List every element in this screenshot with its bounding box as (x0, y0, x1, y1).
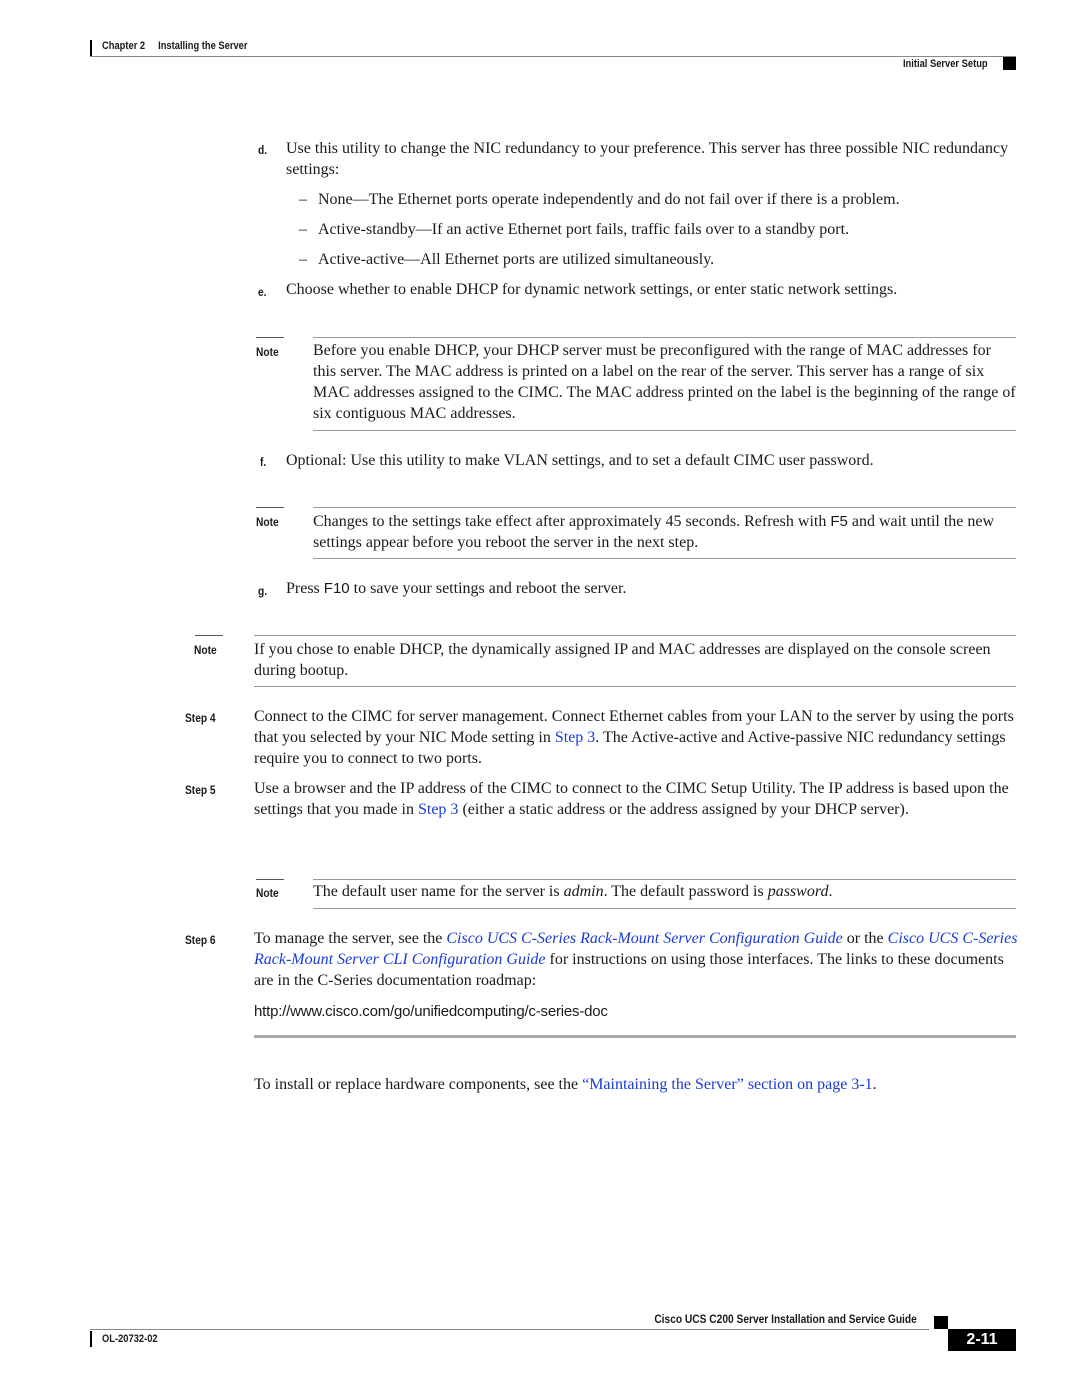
note-label: Note (256, 515, 279, 529)
substep-g-post: to save your settings and reboot the ser… (349, 580, 627, 597)
dash-icon: – (299, 191, 307, 208)
step-6-text: To manage the server, see the Cisco UCS … (254, 928, 1018, 991)
substep-d-text: Use this utility to change the NIC redun… (286, 140, 1009, 178)
note-label: Note (256, 886, 279, 900)
step-6-label: Step 6 (185, 933, 216, 947)
dash-icon: – (299, 251, 307, 268)
substep-e-label: e. (258, 285, 267, 299)
documentation-roadmap-url[interactable]: http://www.cisco.com/go/unifiedcomputing… (254, 1001, 1018, 1022)
step-5-label: Step 5 (185, 783, 216, 797)
header-square-marker (1003, 57, 1016, 70)
dash-icon: – (299, 221, 307, 238)
note-dhcp-display: If you chose to enable DHCP, the dynamic… (254, 641, 991, 679)
note-rule-top (313, 879, 1016, 880)
note-settings-delay: Changes to the settings take effect afte… (313, 511, 1018, 553)
note-label: Note (256, 345, 279, 359)
closing-post: . (872, 1076, 877, 1093)
footer-rule (90, 1329, 929, 1330)
guide-title: Cisco UCS C200 Server Installation and S… (654, 1312, 917, 1326)
section-header: Initial Server Setup (903, 58, 988, 70)
page-number: 2-11 (948, 1329, 1016, 1351)
procedure-end-rule (254, 1035, 1016, 1038)
note-rule-top (313, 507, 1016, 508)
step-5-text: Use a browser and the IP address of the … (254, 778, 1018, 820)
note-rule-bottom (254, 686, 1016, 687)
closing-text: To install or replace hardware component… (254, 1074, 1018, 1095)
footer-bar (90, 1331, 92, 1347)
substep-f-text: Optional: Use this utility to make VLAN … (286, 452, 874, 469)
note-dhcp-preconfig: Before you enable DHCP, your DHCP server… (313, 342, 1016, 422)
note-rule-top (313, 337, 1016, 338)
note-text: . (828, 883, 833, 900)
substep-g-pre: Press (286, 580, 324, 597)
header-bar (90, 40, 92, 56)
header-rule (90, 56, 1016, 57)
note-rule-short (256, 507, 284, 508)
chapter-number: Chapter 2 (102, 40, 146, 52)
substep-g-text: Press F10 to save your settings and rebo… (286, 578, 1018, 599)
footer-square-marker (934, 1316, 948, 1329)
closing-pre: To install or replace hardware component… (254, 1076, 583, 1093)
note-default-credentials: The default user name for the server is … (313, 881, 1018, 902)
key-f10: F10 (323, 580, 350, 597)
substep-g-label: g. (258, 584, 268, 598)
note-rule-short (195, 635, 223, 636)
note-rule-short (256, 337, 284, 338)
step-4-text: Connect to the CIMC for server managemen… (254, 706, 1018, 769)
step-3-link[interactable]: Step 3 (418, 801, 458, 818)
chapter-title: Installing the Server (158, 40, 248, 52)
note-rule-bottom (313, 908, 1016, 909)
note-text: The default user name for the server is (313, 883, 564, 900)
note-rule-short (256, 879, 284, 880)
step-6-pre: To manage the server, see the (254, 930, 447, 947)
step-4-label: Step 4 (185, 711, 216, 725)
document-id: OL-20732-02 (102, 1333, 158, 1345)
note-rule-top (254, 635, 1016, 636)
note-rule-bottom (313, 558, 1016, 559)
bullet-active-active: Active-active—All Ethernet ports are uti… (318, 251, 715, 268)
substep-d-label: d. (258, 143, 268, 157)
default-password: password (767, 883, 829, 900)
config-guide-link[interactable]: Cisco UCS C-Series Rack-Mount Server Con… (446, 930, 842, 947)
note-text: . The default password is (603, 883, 768, 900)
bullet-none: None—The Ethernet ports operate independ… (318, 191, 900, 208)
maintaining-server-link[interactable]: “Maintaining the Server” section on page… (582, 1076, 873, 1093)
note-label: Note (194, 643, 217, 657)
step-5-post: (either a static address or the address … (458, 801, 909, 818)
key-f5: F5 (830, 513, 848, 530)
default-username: admin (563, 883, 604, 900)
note-rule-bottom (313, 430, 1016, 431)
step-6-mid: or the (842, 930, 888, 947)
chapter-header: Chapter 2 Installing the Server (102, 40, 248, 52)
bullet-active-standby: Active-standby—If an active Ethernet por… (318, 221, 850, 238)
substep-f-label: f. (260, 455, 267, 469)
note-text: Changes to the settings take effect afte… (313, 513, 831, 530)
step-3-link[interactable]: Step 3 (555, 729, 595, 746)
substep-e-text: Choose whether to enable DHCP for dynami… (286, 281, 898, 298)
